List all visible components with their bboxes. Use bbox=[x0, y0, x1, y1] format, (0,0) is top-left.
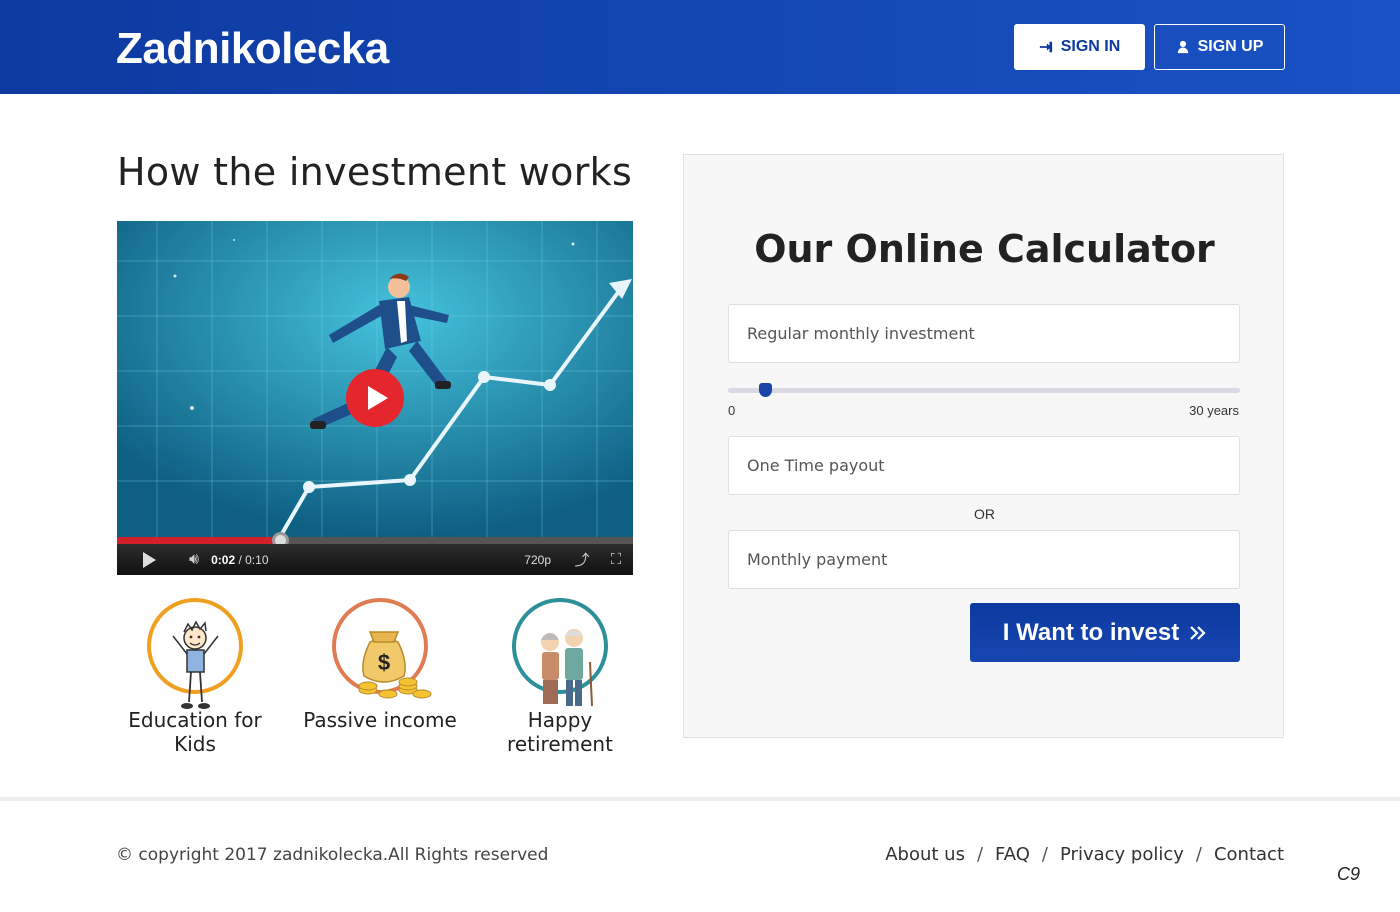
user-icon bbox=[1177, 40, 1188, 54]
or-divider: OR bbox=[974, 506, 995, 522]
sign-in-icon bbox=[1039, 41, 1052, 53]
footer-divider bbox=[0, 797, 1400, 801]
slider-max-label: 30 years bbox=[1189, 403, 1239, 418]
feature-label: Happy retirement bbox=[507, 708, 613, 756]
double-chevron-right-icon bbox=[1190, 625, 1206, 640]
slider-min-label: 0 bbox=[728, 403, 736, 418]
corner-mark: C9 bbox=[1337, 864, 1361, 884]
sign-up-button[interactable]: SIGN UP bbox=[1154, 24, 1285, 70]
site-logo[interactable]: Zadnikolecka bbox=[116, 24, 389, 74]
sign-in-label: SIGN IN bbox=[1060, 38, 1121, 55]
svg-text:$: $ bbox=[378, 650, 390, 675]
video-time: 0:02 / 0:10 bbox=[211, 552, 269, 567]
footer-link-contact[interactable]: Contact bbox=[1214, 844, 1284, 865]
feature-education: Education for Kids bbox=[110, 598, 280, 756]
volume-icon[interactable]: 🔊︎ bbox=[189, 551, 199, 569]
feature-passive-income: $ Passive income bbox=[295, 598, 465, 732]
invest-label: I Want to invest bbox=[1002, 618, 1180, 646]
video-play-button[interactable] bbox=[346, 369, 404, 427]
monthly-payment-input[interactable]: Monthly payment bbox=[728, 530, 1240, 589]
kid-icon bbox=[147, 598, 243, 709]
control-play-icon[interactable] bbox=[117, 544, 153, 575]
footer-nav: About us / FAQ / Privacy policy / Contac… bbox=[885, 844, 1284, 865]
years-slider-handle[interactable] bbox=[759, 383, 772, 397]
feature-retirement: Happy retirement bbox=[475, 598, 645, 756]
years-slider-track[interactable] bbox=[728, 388, 1240, 393]
calculator-title: Our Online Calculator bbox=[754, 227, 1215, 271]
quality-setting[interactable]: 720p bbox=[524, 553, 551, 567]
section-title: How the investment works bbox=[117, 150, 633, 194]
feature-label: Education for Kids bbox=[128, 708, 262, 756]
video-controls: 🔊︎ 0:02 / 0:10 720p ⤴ ⛶ bbox=[117, 544, 633, 575]
one-time-payout-input[interactable]: One Time payout bbox=[728, 436, 1240, 495]
footer-link-about[interactable]: About us bbox=[885, 844, 965, 865]
invest-button[interactable]: I Want to invest bbox=[970, 603, 1240, 662]
monthly-investment-input[interactable]: Regular monthly investment bbox=[728, 304, 1240, 363]
footer-separator: / bbox=[1195, 844, 1202, 865]
footer-separator: / bbox=[1041, 844, 1048, 865]
sign-in-button[interactable]: SIGN IN bbox=[1014, 24, 1145, 70]
site-header: Zadnikolecka SIGN IN SIGN UP bbox=[0, 0, 1400, 94]
footer-link-faq[interactable]: FAQ bbox=[995, 844, 1030, 865]
money-bag-icon: $ bbox=[332, 598, 432, 699]
elderly-couple-icon bbox=[512, 598, 608, 707]
footer-separator: / bbox=[976, 844, 984, 865]
feature-list: Education for Kids $ Passive income Happ… bbox=[110, 598, 640, 756]
video-progress-fill bbox=[117, 537, 280, 544]
share-icon[interactable]: ⤴ bbox=[565, 549, 599, 570]
calculator-panel: Our Online Calculator Regular monthly in… bbox=[683, 154, 1284, 738]
footer-link-privacy[interactable]: Privacy policy bbox=[1060, 844, 1184, 865]
copyright-text: © copyright 2017 zadnikolecka.All Rights… bbox=[116, 845, 549, 865]
video-player[interactable]: 🔊︎ 0:02 / 0:10 720p ⤴ ⛶ bbox=[117, 221, 633, 575]
fullscreen-icon[interactable]: ⛶ bbox=[599, 551, 633, 568]
sign-up-label: SIGN UP bbox=[1197, 38, 1264, 55]
